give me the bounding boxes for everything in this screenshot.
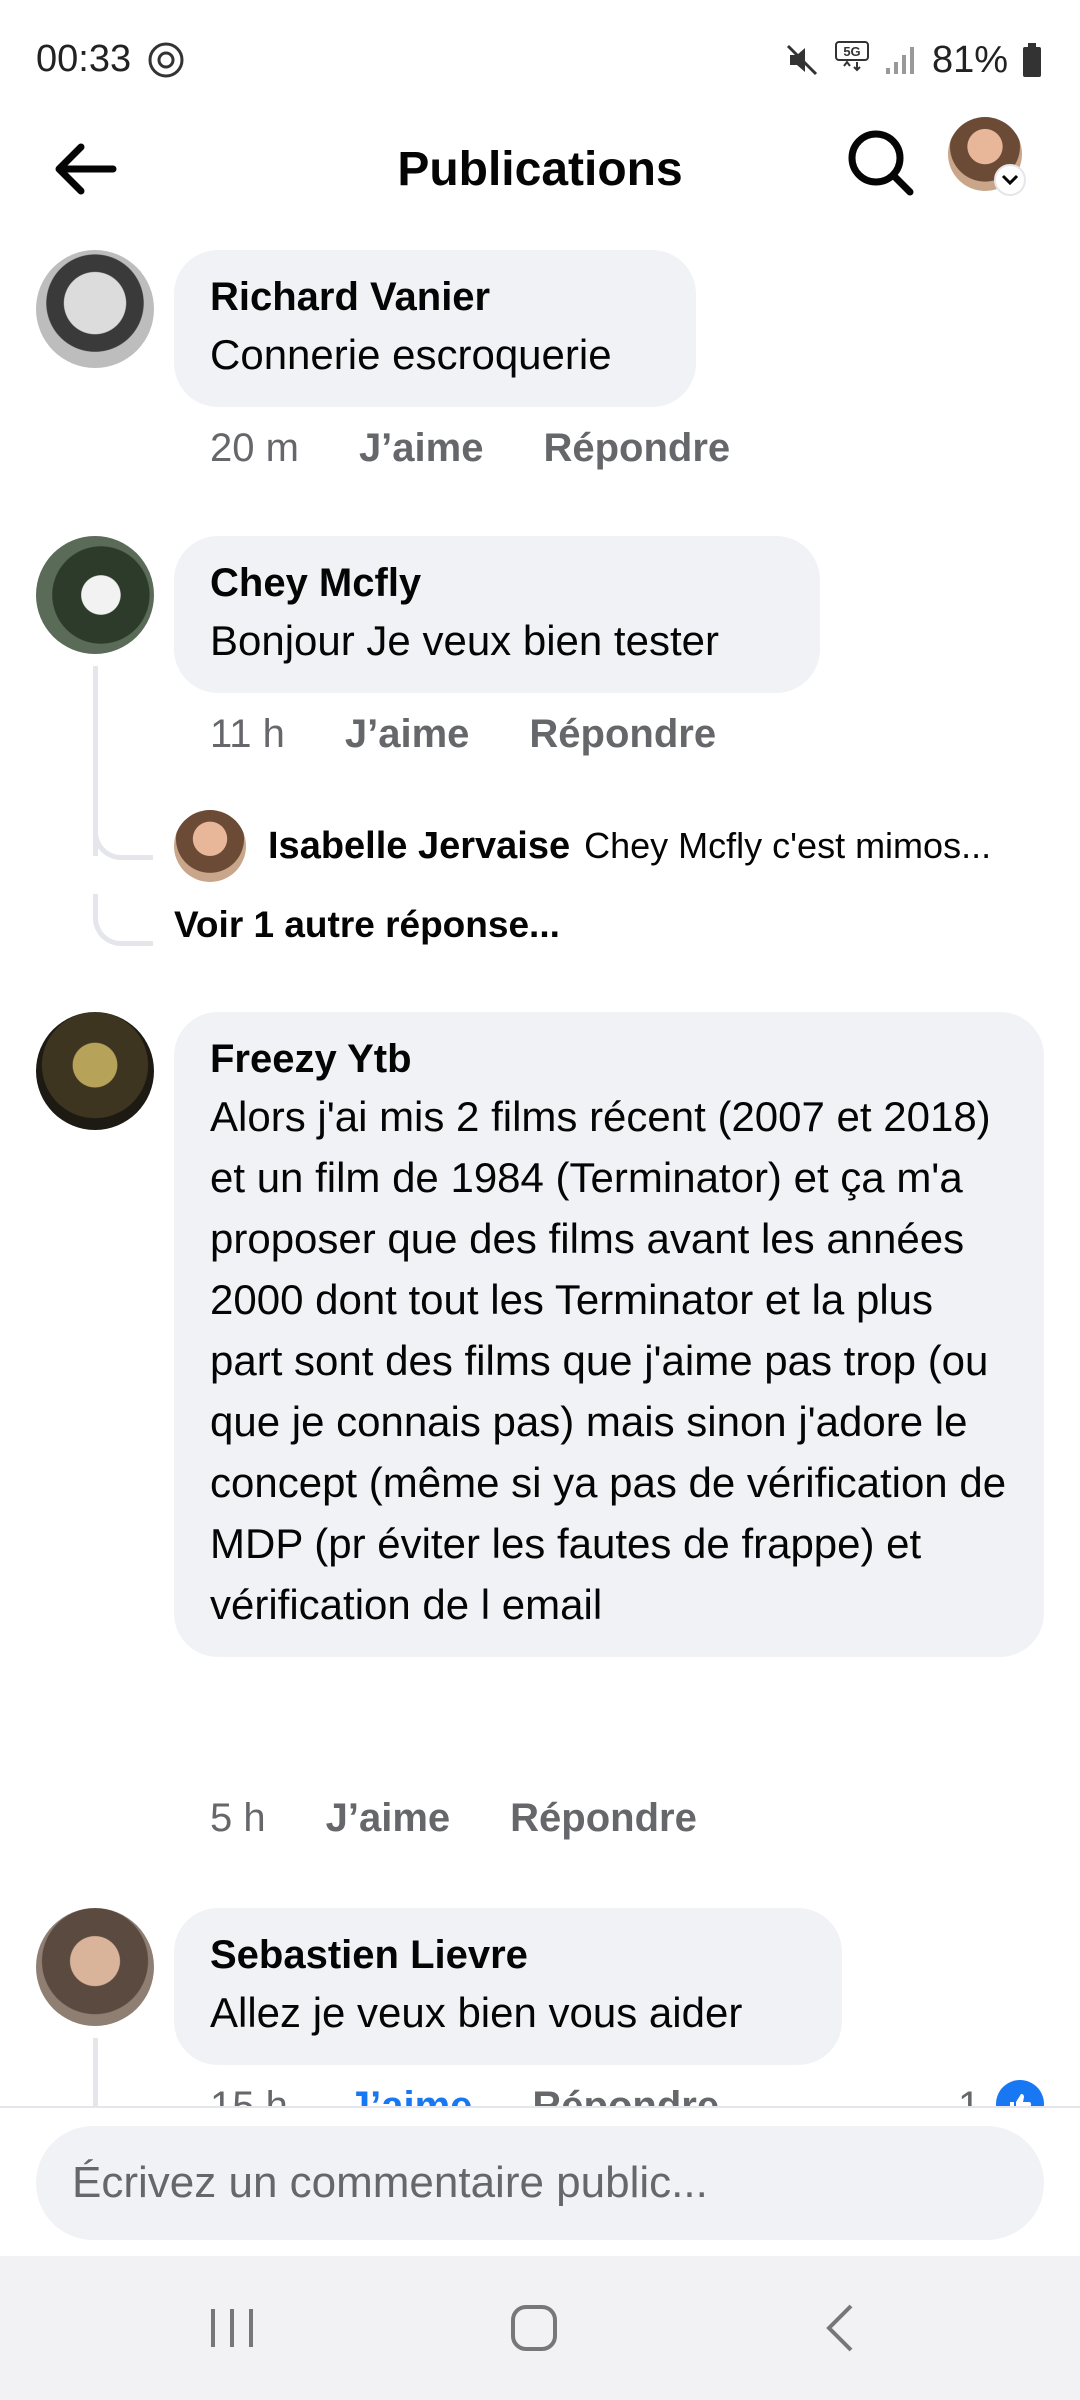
view-more-replies-link[interactable]: Voir 1 autre réponse... [174,904,560,946]
reply-preview[interactable]: Isabelle Jervaise Chey Mcfly c'est mimos… [174,810,991,882]
like-button[interactable]: J’aime [348,2084,473,2106]
like-button[interactable]: J’aime [326,1796,451,1841]
reply-button[interactable]: Répondre [543,426,730,471]
recents-button[interactable] [172,2290,292,2366]
reply-author: Isabelle Jervaise [268,824,571,867]
comment-author[interactable]: Sebastien Lievre [210,1928,806,1982]
comment-time[interactable]: 15 h [210,2084,288,2106]
search-button[interactable] [836,118,926,208]
comment-author[interactable]: Freezy Ytb [210,1032,1008,1086]
threads-icon [148,42,184,78]
comment-text: Connerie escroquerie [210,331,612,378]
recents-icon [211,2309,253,2347]
thread-connector [93,894,153,946]
comment-text: Allez je veux bien vous aider [210,1989,743,2036]
battery-level: 81% [931,38,1008,81]
avatar[interactable] [36,1908,154,2026]
comment-composer [0,2106,1080,2256]
search-icon [848,130,914,196]
status-bar: 00:33 5G 81% [0,0,1080,120]
comments-list: Richard Vanier Connerie escroquerie 20 m… [0,240,1080,2106]
comment-author[interactable]: Richard Vanier [210,270,660,324]
comment-actions: 15 h J’aime Répondre [210,2084,719,2106]
avatar[interactable] [36,1012,154,1130]
reply-button[interactable]: Répondre [532,2084,719,2106]
avatar [174,810,246,882]
comment-input[interactable] [36,2126,1044,2240]
chevron-left-icon [826,2304,853,2352]
comment-actions: 20 m J’aime Répondre [210,426,730,471]
comment-bubble[interactable]: Sebastien Lievre Allez je veux bien vous… [174,1908,842,2065]
comment-text: Bonjour Je veux bien tester [210,617,719,664]
reply-snippet: Chey Mcfly c'est mimos... [584,825,992,866]
like-reaction-icon [996,2080,1044,2106]
reply-button[interactable]: Répondre [510,1796,697,1841]
like-button[interactable]: J’aime [359,426,484,471]
header: Publications [0,110,1080,260]
comment-time[interactable]: 20 m [210,426,299,471]
mute-icon [786,44,817,76]
network-5g-icon: 5G [834,41,869,72]
comment-actions: 5 h J’aime Répondre [210,1796,697,1841]
reply-button[interactable]: Répondre [529,712,716,757]
comment-bubble[interactable]: Chey Mcfly Bonjour Je veux bien tester [174,536,820,693]
system-nav-bar [0,2256,1080,2400]
home-icon [511,2305,557,2351]
comment-actions: 11 h J’aime Répondre [210,712,716,757]
comment-text: Alors j'ai mis 2 films récent (2007 et 2… [210,1093,1007,1628]
avatar[interactable] [36,250,154,368]
avatar[interactable] [36,536,154,654]
chevron-down-icon[interactable] [994,164,1026,196]
status-icons: 5G 81% [784,38,1042,82]
like-button[interactable]: J’aime [345,712,470,757]
back-nav-button[interactable] [780,2290,900,2366]
thread-connector [93,808,153,860]
signal-icon [885,47,914,74]
comment-time[interactable]: 5 h [210,1796,266,1841]
home-button[interactable] [474,2290,594,2366]
thread-line [93,2038,98,2106]
comment-author[interactable]: Chey Mcfly [210,556,784,610]
network-label: 5G [843,44,860,59]
comment-bubble[interactable]: Freezy Ytb Alors j'ai mis 2 films récent… [174,1012,1044,1657]
battery-icon [1023,43,1041,77]
comment-bubble[interactable]: Richard Vanier Connerie escroquerie [174,250,696,407]
status-time: 00:33 [36,38,132,80]
comment-time[interactable]: 11 h [210,712,285,757]
reaction-count[interactable]: 1 [958,2084,980,2106]
